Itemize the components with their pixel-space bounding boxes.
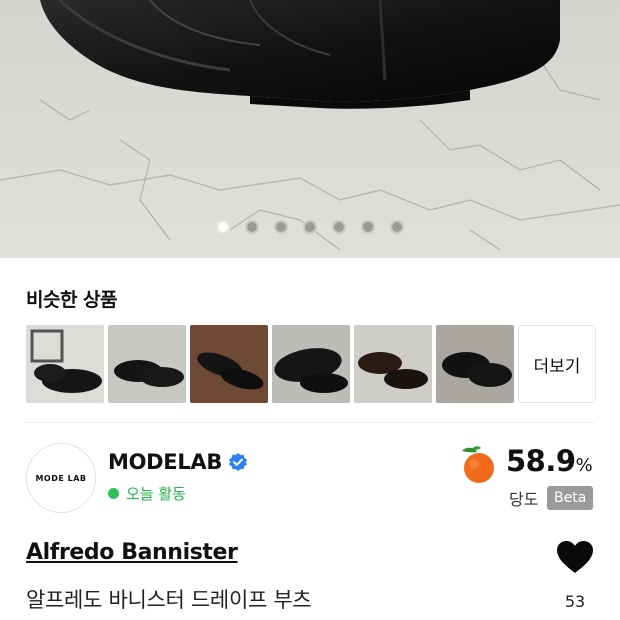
peach-icon — [462, 446, 494, 483]
carousel-dot[interactable] — [274, 220, 288, 234]
seller-score-value: 58.9 — [506, 444, 576, 478]
similar-product-thumbnail[interactable] — [272, 325, 350, 403]
similar-product-thumbnail[interactable] — [190, 325, 268, 403]
seller-score-unit: % — [575, 455, 593, 476]
carousel-dot[interactable] — [390, 220, 404, 234]
like-count: 53 — [564, 592, 586, 611]
similar-product-thumbnail[interactable] — [354, 325, 432, 403]
seller-activity-status: 오늘 활동 — [108, 483, 186, 504]
carousel-indicator — [0, 220, 620, 234]
online-dot-icon — [108, 488, 119, 499]
similar-products-list: 더보기 — [26, 325, 596, 403]
similar-product-thumbnail[interactable] — [26, 325, 104, 403]
seller-avatar[interactable]: MODE LAB — [26, 443, 96, 513]
seller-status-text: 오늘 활동 — [126, 485, 186, 503]
heart-icon[interactable] — [556, 540, 594, 574]
carousel-dot[interactable] — [332, 220, 346, 234]
seller-name: MODELAB — [108, 450, 223, 474]
similar-products-title: 비슷한 상품 — [26, 289, 118, 311]
beta-badge: Beta — [547, 486, 594, 510]
carousel-dot[interactable] — [216, 220, 230, 234]
product-title: 알프레도 바니스터 드레이프 부츠 — [26, 588, 312, 612]
seller-name-row[interactable]: MODELAB — [108, 450, 248, 474]
seller-logo-text: MODE LAB — [35, 473, 87, 483]
section-divider — [26, 422, 594, 423]
similar-product-thumbnail[interactable] — [108, 325, 186, 403]
seller-score: 58.9% — [506, 444, 593, 478]
carousel-dot[interactable] — [303, 220, 317, 234]
carousel-dot[interactable] — [245, 220, 259, 234]
seller-score-label: 당도 — [509, 490, 539, 509]
similar-product-thumbnail[interactable] — [436, 325, 514, 403]
verified-badge-icon — [229, 453, 248, 471]
product-brand-link[interactable]: Alfredo Bannister — [26, 540, 238, 565]
carousel-dot[interactable] — [361, 220, 375, 234]
product-image-carousel[interactable] — [0, 0, 620, 258]
see-more-button[interactable]: 더보기 — [518, 325, 596, 403]
